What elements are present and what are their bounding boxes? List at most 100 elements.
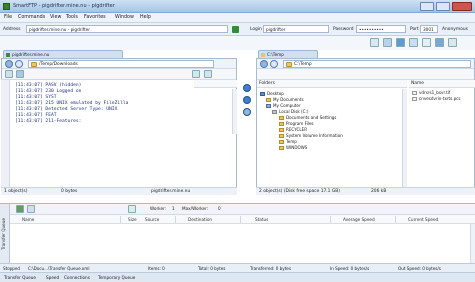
- tree-item-my-documents[interactable]: My Documents: [266, 97, 304, 102]
- column-current-speed[interactable]: Current Speed: [408, 217, 438, 222]
- column-source[interactable]: Source: [145, 217, 159, 222]
- app-icon: [3, 3, 10, 10]
- connect-toolbar-icon[interactable]: [370, 38, 379, 47]
- tab-connections[interactable]: Connections: [64, 275, 90, 280]
- tree-item-local-disk[interactable]: Local Disk (C:): [272, 109, 308, 114]
- sync-icon[interactable]: [243, 108, 251, 116]
- maximize-button[interactable]: [436, 2, 450, 11]
- menu-bar: File Commands View Tools Favorites Windo…: [0, 13, 475, 23]
- new-folder-icon[interactable]: [5, 70, 13, 78]
- menu-favorites[interactable]: Favorites: [84, 15, 106, 20]
- queue-column-headers: Name Size Source Destination Status Aver…: [10, 215, 475, 224]
- log-line: [11:43:07] SYST: [15, 95, 57, 100]
- tree-item-documents-settings[interactable]: Documents and Settings: [279, 115, 336, 120]
- column-average-speed[interactable]: Average Speed: [343, 217, 375, 222]
- local-name-header[interactable]: Name: [409, 80, 475, 88]
- local-status-bar: 2 object(s) (Disk free space 17.1 GB) 20…: [256, 187, 475, 195]
- download-arrow-icon[interactable]: [243, 96, 251, 104]
- start-queue-icon[interactable]: [16, 205, 24, 213]
- password-field[interactable]: ••••••••••: [356, 25, 406, 33]
- worker-label: Worker:: [150, 206, 167, 211]
- column-size[interactable]: Size: [128, 217, 137, 222]
- queue-in-speed: In Speed: 0 bytes/s: [330, 266, 370, 271]
- transfer-queue-panel: Transfer Queue Worker: 1 Max/Worker: 0 N…: [0, 203, 475, 264]
- menu-file[interactable]: File: [4, 15, 12, 20]
- options-icon[interactable]: [448, 38, 457, 47]
- tab-transfer-queue[interactable]: Transfer Queue: [4, 275, 36, 280]
- remote-list-scrollbar[interactable]: [232, 89, 237, 134]
- connect-icon[interactable]: [232, 26, 239, 33]
- local-tree-scrollbar[interactable]: [402, 89, 407, 189]
- login-field[interactable]: pigdrifter: [263, 25, 329, 33]
- disconnect-icon[interactable]: [383, 38, 392, 47]
- menu-help[interactable]: Help: [140, 15, 151, 20]
- local-file-item[interactable]: vdrsrs1_bsvr.tif: [412, 90, 450, 95]
- back-button[interactable]: [260, 60, 268, 68]
- folder-icon: [279, 134, 284, 138]
- remote-status-bar: 1 object(s) 0 bytes pigdrifter.mine.nu: [1, 187, 237, 195]
- tree-item-windows[interactable]: WINDOWS: [279, 145, 307, 150]
- local-pane: C:\Temp Folders Name Desktop My Document…: [256, 58, 475, 191]
- remote-log: [11:43:07] PASV (hidden) [11:43:07] 230 …: [1, 79, 194, 187]
- local-file-item[interactable]: cnvesdvrin-txrts.pcs: [412, 96, 461, 101]
- queue-icon[interactable]: [435, 38, 444, 47]
- toolbar: [0, 36, 475, 50]
- tree-item-temp[interactable]: Temp: [279, 139, 297, 144]
- close-button[interactable]: [452, 2, 472, 11]
- port-field[interactable]: 3001: [420, 25, 438, 33]
- worker-value[interactable]: 1: [172, 206, 175, 211]
- details-view-icon[interactable]: [204, 70, 212, 78]
- tab-local[interactable]: C:\Temp: [258, 50, 318, 58]
- refresh-icon[interactable]: [396, 38, 405, 47]
- upload-arrow-icon[interactable]: [243, 84, 251, 92]
- tab-remote[interactable]: pigdrifter.mine.nu: [3, 50, 123, 58]
- tree-item-program-files[interactable]: Program Files: [279, 121, 314, 126]
- forward-button[interactable]: [15, 60, 23, 68]
- local-nav-bar: C:\Temp: [257, 59, 474, 69]
- local-path-field[interactable]: C:\Temp: [283, 60, 471, 68]
- tree-item-my-computer[interactable]: My Computer: [266, 103, 301, 108]
- password-label: Password: [333, 27, 354, 32]
- column-separator: [240, 216, 241, 223]
- minimize-button[interactable]: [420, 2, 434, 11]
- menu-tools[interactable]: Tools: [66, 15, 78, 20]
- menu-commands[interactable]: Commands: [18, 15, 45, 20]
- folder-icon: [31, 62, 37, 67]
- queue-status-bar: Stopped C:\Docu...\Transfer Queue.xml It…: [0, 263, 475, 272]
- queue-scrollbar[interactable]: [470, 224, 475, 264]
- folder-icon: [266, 98, 271, 102]
- queue-options-icon[interactable]: [128, 205, 136, 213]
- max-worker-value[interactable]: 0: [218, 206, 221, 211]
- address-field[interactable]: pigdrifter.mine.nu - pigdrifter: [26, 25, 228, 33]
- back-button[interactable]: [5, 60, 13, 68]
- column-status[interactable]: Status: [255, 217, 268, 222]
- menu-view[interactable]: View: [50, 15, 61, 20]
- queue-out-speed: Out Speed: 0 bytes/s: [398, 266, 441, 271]
- log-line: [11:43:07] FEAT: [15, 113, 57, 118]
- view-icon[interactable]: [422, 38, 431, 47]
- stop-icon[interactable]: [409, 38, 418, 47]
- folder-icon: [279, 146, 284, 150]
- window-title: SmartFTP - pigdrifter.mine.nu - pigdrift…: [13, 3, 115, 9]
- list-view-icon[interactable]: [192, 70, 200, 78]
- forward-button[interactable]: [270, 60, 278, 68]
- tree-item-recycler[interactable]: RECYCLER: [279, 127, 307, 132]
- stop-queue-icon[interactable]: [27, 205, 35, 213]
- delete-icon[interactable]: [16, 70, 24, 78]
- anonymous-label: Anonymous: [442, 27, 468, 32]
- column-name[interactable]: Name: [22, 217, 34, 222]
- tree-item-system-volume[interactable]: System Volume Information: [279, 133, 343, 138]
- port-label: Port: [410, 27, 419, 32]
- menu-window[interactable]: Window: [115, 15, 134, 20]
- address-bar: Address pigdrifter.mine.nu - pigdrifter …: [0, 23, 475, 36]
- remote-path-field[interactable]: /Temp/Downloads: [28, 60, 214, 68]
- tab-speed[interactable]: Speed: [46, 275, 59, 280]
- computer-icon: [266, 104, 271, 108]
- tree-item-desktop[interactable]: Desktop: [260, 91, 284, 96]
- column-destination[interactable]: Destination: [188, 217, 212, 222]
- tab-temporary-queue[interactable]: Temporary Queue: [98, 275, 135, 280]
- queue-side-tab[interactable]: Transfer Queue: [0, 204, 10, 264]
- bottom-tab-bar: Transfer Queue Speed Connections Tempora…: [0, 272, 475, 282]
- address-label: Address: [3, 27, 21, 32]
- local-toolbar: [257, 69, 474, 80]
